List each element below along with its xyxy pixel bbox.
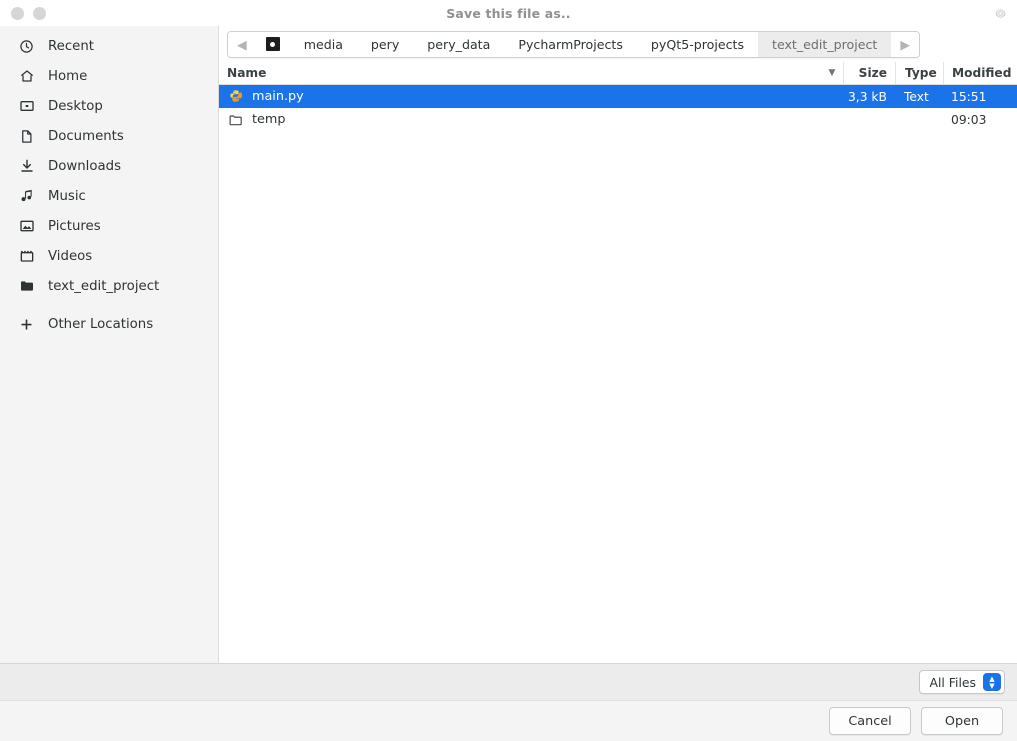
column-header-modified[interactable]: Modified <box>943 62 1017 84</box>
breadcrumb-item-text-edit-project[interactable]: text_edit_project <box>758 31 892 57</box>
sidebar-item-label: text_edit_project <box>48 278 160 294</box>
breadcrumb-item-pycharmprojects[interactable]: PycharmProjects <box>504 31 637 57</box>
sidebar-item-label: Desktop <box>48 98 103 114</box>
pathbar-container: ◀ media pery pery_data PycharmProjects p… <box>219 26 1017 62</box>
column-header-type[interactable]: Type <box>895 62 943 84</box>
sort-descending-icon[interactable]: ▼ <box>821 62 843 84</box>
chevron-up: ▲ <box>989 674 995 683</box>
gear-icon[interactable] <box>989 3 1011 23</box>
sidebar-item-label: Downloads <box>48 158 122 174</box>
python-file-icon <box>227 89 244 105</box>
sidebar-item-home[interactable]: Home <box>0 61 218 91</box>
filter-bar: All Files ▲ ▼ <box>0 663 1017 700</box>
sidebar-item-text-edit-project[interactable]: text_edit_project <box>0 271 218 301</box>
titlebar: Save this file as.. <box>0 0 1017 26</box>
sidebar-item-label: Music <box>48 188 86 204</box>
breadcrumb-device-button[interactable] <box>255 31 290 57</box>
breadcrumb-item-pery[interactable]: pery <box>356 31 414 57</box>
download-icon <box>18 158 35 175</box>
maximize-button[interactable] <box>33 6 46 20</box>
file-name: main.py <box>252 89 304 104</box>
breadcrumb-item-media[interactable]: media <box>289 31 357 57</box>
file-list[interactable]: main.py 3,3 kB Text 15:51 temp 09:03 <box>219 85 1017 663</box>
file-modified: 15:51 <box>951 89 987 104</box>
places-sidebar: Recent Home Desktop Documents Downloads … <box>0 26 219 663</box>
sidebar-item-pictures[interactable]: Pictures <box>0 211 218 241</box>
sidebar-item-other-locations[interactable]: Other Locations <box>0 309 218 339</box>
disk-icon <box>265 37 280 51</box>
window-title: Save this file as.. <box>446 5 571 21</box>
window-controls <box>0 6 46 20</box>
sidebar-item-label: Videos <box>48 248 93 264</box>
sidebar-item-desktop[interactable]: Desktop <box>0 91 218 121</box>
breadcrumb-forward-button[interactable]: ▶ <box>891 31 920 57</box>
plus-icon <box>18 316 35 333</box>
table-row[interactable]: main.py 3,3 kB Text 15:51 <box>219 85 1017 108</box>
video-icon <box>18 248 35 265</box>
filter-selected-value: All Files <box>929 674 977 690</box>
folder-icon <box>227 112 244 128</box>
sidebar-item-downloads[interactable]: Downloads <box>0 151 218 181</box>
file-name-cell: temp <box>219 112 821 128</box>
file-type: Text <box>904 89 929 104</box>
file-type-filter-dropdown[interactable]: All Files ▲ ▼ <box>918 670 1005 694</box>
file-browser-panel: ◀ media pery pery_data PycharmProjects p… <box>219 26 1017 663</box>
sidebar-separator <box>0 301 218 309</box>
open-button[interactable]: Open <box>921 707 1003 735</box>
picture-icon <box>18 218 35 235</box>
sidebar-item-documents[interactable]: Documents <box>0 121 218 151</box>
file-name: temp <box>252 112 286 127</box>
sidebar-item-label: Other Locations <box>48 316 154 332</box>
breadcrumb-item-pyqt5-projects[interactable]: pyQt5-projects <box>636 31 759 57</box>
minimize-button[interactable] <box>11 6 24 20</box>
table-row[interactable]: temp 09:03 <box>219 108 1017 131</box>
breadcrumb-item-pery-data[interactable]: pery_data <box>413 31 505 57</box>
chevron-down: ▼ <box>989 681 995 690</box>
sidebar-item-label: Recent <box>48 38 94 54</box>
column-header-name[interactable]: Name <box>219 62 821 84</box>
home-icon <box>18 68 35 85</box>
column-headers: Name ▼ Size Type Modified <box>219 62 1017 85</box>
music-note-icon <box>18 188 35 205</box>
sidebar-item-music[interactable]: Music <box>0 181 218 211</box>
file-name-cell: main.py <box>219 89 821 105</box>
desktop-icon <box>18 98 35 115</box>
column-header-size[interactable]: Size <box>843 62 895 84</box>
file-chooser-dialog: Save this file as.. Recent Home Desktop … <box>0 0 1017 741</box>
cancel-button[interactable]: Cancel <box>829 707 911 735</box>
breadcrumb: ◀ media pery pery_data PycharmProjects p… <box>227 30 921 58</box>
breadcrumb-back-button[interactable]: ◀ <box>228 31 256 57</box>
chevron-up-down-icon: ▲ ▼ <box>983 673 1001 691</box>
dialog-body: Recent Home Desktop Documents Downloads … <box>0 26 1017 663</box>
clock-icon <box>18 38 35 55</box>
sidebar-item-recent[interactable]: Recent <box>0 31 218 61</box>
sidebar-item-label: Documents <box>48 128 124 144</box>
file-modified: 09:03 <box>951 112 987 127</box>
dialog-footer: Cancel Open <box>0 700 1017 741</box>
folder-icon <box>18 278 35 295</box>
document-icon <box>18 128 35 145</box>
file-size: 3,3 kB <box>847 89 887 104</box>
sidebar-item-label: Pictures <box>48 218 101 234</box>
sidebar-item-label: Home <box>48 68 88 84</box>
sidebar-item-videos[interactable]: Videos <box>0 241 218 271</box>
